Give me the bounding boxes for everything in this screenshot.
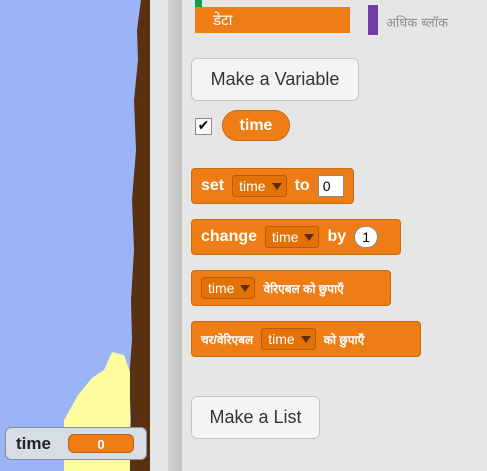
hide-variable-block[interactable]: time वेरिएबल को छुपाएँ bbox=[191, 270, 391, 306]
category-more-blocks[interactable]: अधिक ब्लॉक bbox=[368, 5, 478, 35]
set-variable-block[interactable]: set time to 0 bbox=[191, 168, 354, 204]
change-variable-block[interactable]: change time by 1 bbox=[191, 219, 401, 255]
variable-dropdown[interactable]: time bbox=[232, 175, 287, 197]
to-label: to bbox=[294, 177, 310, 194]
dropdown-arrow-icon bbox=[300, 335, 311, 343]
stage[interactable]: time 0 bbox=[0, 0, 150, 471]
category-data[interactable]: डेटा bbox=[195, 0, 350, 33]
variable-reporter-block[interactable]: time bbox=[222, 110, 290, 141]
change-value-input[interactable]: 1 bbox=[354, 226, 379, 248]
variable-dropdown[interactable]: time bbox=[201, 277, 256, 299]
show-variable-label: चर/वेरिएबल bbox=[201, 332, 254, 347]
dropdown-arrow-icon bbox=[304, 233, 315, 241]
variable-dropdown-value: time bbox=[268, 331, 295, 347]
set-label: set bbox=[201, 177, 225, 194]
category-more-blocks-label: अधिक ब्लॉक bbox=[386, 16, 449, 31]
change-label: change bbox=[201, 228, 258, 245]
make-variable-button[interactable]: Make a Variable bbox=[191, 58, 359, 101]
category-color-bar bbox=[368, 5, 378, 35]
dropdown-arrow-icon bbox=[240, 284, 251, 292]
make-list-button[interactable]: Make a List bbox=[191, 396, 320, 439]
by-label: by bbox=[327, 228, 347, 245]
variable-visible-checkbox[interactable]: ✔ bbox=[195, 118, 212, 135]
hide-variable-label: वेरिएबल को छुपाएँ bbox=[263, 281, 344, 296]
variable-monitor[interactable]: time 0 bbox=[5, 427, 147, 460]
variable-monitor-label: time bbox=[16, 434, 51, 453]
variable-dropdown[interactable]: time bbox=[261, 328, 316, 350]
show-variable-suffix: को छुपाएँ bbox=[323, 332, 365, 347]
dropdown-arrow-icon bbox=[271, 182, 282, 190]
set-value-input[interactable]: 0 bbox=[317, 175, 344, 197]
panel-divider bbox=[168, 0, 182, 471]
variable-dropdown[interactable]: time bbox=[265, 226, 320, 248]
variable-monitor-value: 0 bbox=[68, 434, 134, 453]
variable-dropdown-value: time bbox=[272, 229, 299, 245]
category-color-bar bbox=[195, 0, 202, 7]
stage-backdrop bbox=[64, 0, 150, 471]
category-data-label: डेटा bbox=[213, 11, 233, 29]
show-variable-block[interactable]: चर/वेरिएबल time को छुपाएँ bbox=[191, 321, 421, 357]
variable-dropdown-value: time bbox=[239, 178, 266, 194]
variable-dropdown-value: time bbox=[208, 280, 235, 296]
block-palette: डेटा अधिक ब्लॉक Make a Variable ✔ time s… bbox=[182, 0, 487, 471]
